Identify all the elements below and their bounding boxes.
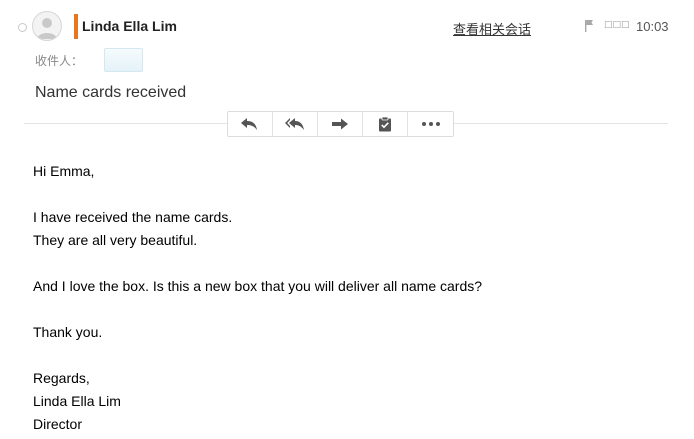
more-options-button[interactable]	[408, 112, 453, 136]
sender-accent-bar	[74, 14, 78, 39]
email-view: Linda Ella Lim 查看相关会话 □□□ 10:03 收件人： Nam…	[0, 0, 694, 439]
body-line: Linda Ella Lim	[33, 393, 121, 409]
forward-button[interactable]	[318, 112, 363, 136]
body-line: Director	[33, 416, 83, 432]
reply-button[interactable]	[228, 112, 273, 136]
select-radio[interactable]	[18, 23, 27, 32]
person-icon	[37, 18, 57, 39]
more-icon	[421, 122, 440, 126]
body-line: Hi Emma,	[33, 163, 95, 179]
recipient-label: 收件人：	[35, 54, 84, 68]
email-body: Hi Emma, I have received the name cards.…	[33, 160, 482, 436]
clipboard-check-icon	[379, 116, 391, 132]
divider	[24, 123, 228, 124]
body-line	[33, 344, 482, 367]
body-line: And I love the box. Is this a new box th…	[33, 278, 483, 294]
flag-icon[interactable]	[584, 19, 594, 32]
timestamp: 10:03	[636, 19, 669, 34]
reply-all-button[interactable]	[273, 112, 318, 136]
reply-icon	[241, 118, 257, 130]
reply-all-icon	[285, 118, 304, 130]
view-related-conversations-link[interactable]: 查看相关会话	[453, 19, 531, 38]
body-line: I have received the name cards.	[33, 209, 233, 225]
divider	[452, 123, 668, 124]
avatar[interactable]	[32, 11, 62, 41]
body-line	[33, 298, 482, 321]
email-subject: Name cards received	[35, 84, 187, 101]
body-line: They are all very beautiful.	[33, 232, 198, 248]
body-line: Thank you.	[33, 324, 103, 340]
body-line	[33, 252, 482, 275]
action-toolbar	[227, 111, 454, 137]
forward-icon	[332, 118, 348, 130]
body-line	[33, 183, 482, 206]
mark-task-button[interactable]	[363, 112, 408, 136]
status-squares: □□□	[604, 20, 630, 30]
sender-name[interactable]: Linda Ella Lim	[82, 18, 177, 34]
body-line: Regards,	[33, 370, 90, 386]
recipient-chip[interactable]	[104, 48, 143, 72]
